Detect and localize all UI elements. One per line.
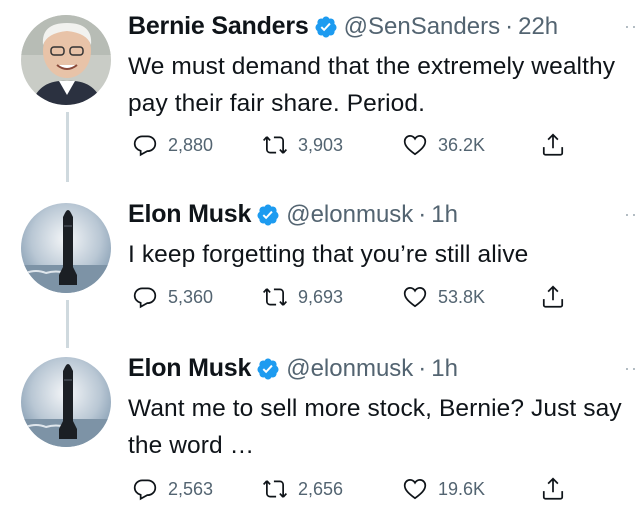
reply-button[interactable]: 5,360 bbox=[132, 284, 213, 310]
tweet-header: Elon Musk @elonmusk · 1h bbox=[128, 354, 458, 383]
heart-icon bbox=[403, 135, 427, 156]
share-icon bbox=[542, 285, 564, 308]
like-count: 53.8K bbox=[438, 286, 486, 307]
like-count: 19.6K bbox=[438, 478, 486, 499]
action-bar: 5,360 9,693 53.8K bbox=[132, 284, 572, 314]
share-button[interactable] bbox=[540, 284, 576, 310]
separator: · bbox=[505, 12, 514, 40]
tweet[interactable]: Elon Musk @elonmusk · 1h ·· Want me to s… bbox=[0, 342, 640, 518]
reply-button[interactable]: 2,880 bbox=[132, 132, 213, 158]
separator: · bbox=[418, 354, 427, 382]
like-button[interactable]: 53.8K bbox=[402, 284, 485, 310]
handle[interactable]: @elonmusk bbox=[286, 201, 413, 229]
retweet-count: 9,693 bbox=[298, 286, 344, 307]
tweet-text: We must demand that the extremely wealth… bbox=[128, 53, 616, 117]
separator: · bbox=[418, 200, 427, 228]
display-name[interactable]: Bernie Sanders bbox=[128, 12, 309, 41]
reply-count: 5,360 bbox=[168, 286, 214, 307]
tweet-text: I keep forgetting that you’re still aliv… bbox=[128, 241, 529, 268]
timestamp[interactable]: 1h bbox=[431, 355, 458, 383]
retweet-count: 2,656 bbox=[298, 478, 344, 499]
verified-badge-icon bbox=[314, 15, 338, 39]
heart-icon bbox=[403, 479, 427, 500]
reply-icon bbox=[133, 135, 157, 157]
retweet-button[interactable]: 9,693 bbox=[262, 284, 343, 310]
share-icon bbox=[542, 477, 564, 500]
handle[interactable]: @elonmusk bbox=[286, 355, 413, 383]
display-name[interactable]: Elon Musk bbox=[128, 200, 251, 229]
retweet-icon bbox=[262, 136, 288, 154]
like-count: 36.2K bbox=[438, 134, 486, 155]
share-button[interactable] bbox=[540, 132, 576, 158]
action-bar: 2,563 2,656 19.6K bbox=[132, 476, 572, 506]
more-options-icon[interactable]: ·· bbox=[624, 16, 638, 37]
tweet-header: Bernie Sanders @SenSanders · 22h bbox=[128, 12, 558, 41]
retweet-icon bbox=[262, 480, 288, 498]
avatar[interactable] bbox=[21, 203, 111, 293]
tweet[interactable]: Elon Musk @elonmusk · 1h ·· I keep forge… bbox=[0, 188, 640, 348]
share-icon bbox=[542, 133, 564, 156]
display-name[interactable]: Elon Musk bbox=[128, 354, 251, 383]
like-button[interactable]: 36.2K bbox=[402, 132, 485, 158]
handle[interactable]: @SenSanders bbox=[344, 13, 500, 41]
share-button[interactable] bbox=[540, 476, 576, 502]
verified-badge-icon bbox=[256, 357, 280, 381]
retweet-count: 3,903 bbox=[298, 134, 344, 155]
verified-badge-icon bbox=[256, 203, 280, 227]
like-button[interactable]: 19.6K bbox=[402, 476, 485, 502]
tweet-text: Want me to sell more stock, Bernie? Just… bbox=[128, 395, 622, 459]
reply-count: 2,880 bbox=[168, 134, 214, 155]
timestamp[interactable]: 1h bbox=[431, 201, 458, 229]
tweet[interactable]: Bernie Sanders @SenSanders · 22h ·· We m… bbox=[0, 0, 640, 180]
more-options-icon[interactable]: ·· bbox=[624, 358, 638, 379]
tweet-header: Elon Musk @elonmusk · 1h bbox=[128, 200, 458, 229]
reply-count: 2,563 bbox=[168, 478, 214, 499]
retweet-button[interactable]: 2,656 bbox=[262, 476, 343, 502]
action-bar: 2,880 3,903 36.2K bbox=[132, 132, 572, 162]
more-options-icon[interactable]: ·· bbox=[624, 204, 638, 225]
reply-button[interactable]: 2,563 bbox=[132, 476, 213, 502]
avatar[interactable] bbox=[21, 357, 111, 447]
avatar[interactable] bbox=[21, 15, 111, 105]
timestamp[interactable]: 22h bbox=[518, 13, 558, 41]
retweet-icon bbox=[262, 288, 288, 306]
retweet-button[interactable]: 3,903 bbox=[262, 132, 343, 158]
reply-icon bbox=[133, 479, 157, 501]
reply-icon bbox=[133, 287, 157, 309]
heart-icon bbox=[403, 287, 427, 308]
